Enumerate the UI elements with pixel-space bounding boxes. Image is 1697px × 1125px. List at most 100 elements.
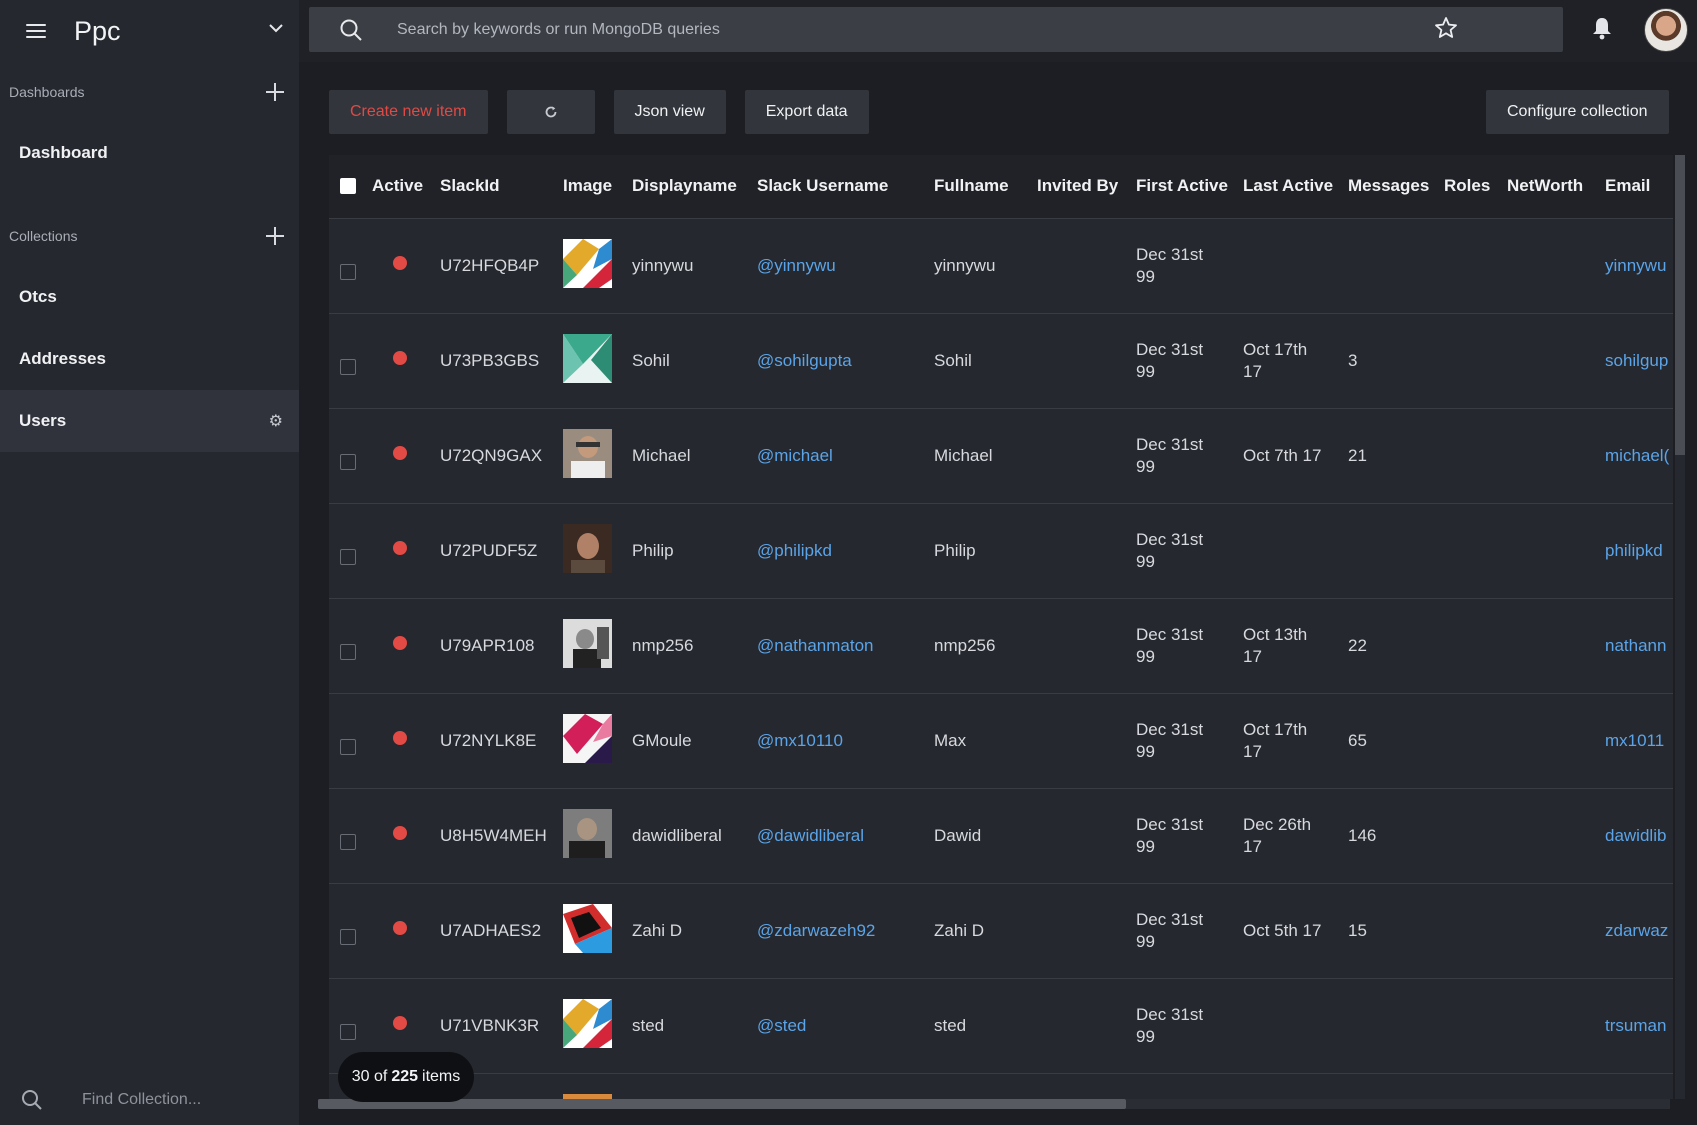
column-header[interactable]: Roles (1444, 155, 1507, 218)
first-active-line2: 99 (1136, 1026, 1155, 1046)
avatar[interactable] (1644, 8, 1688, 52)
email-link[interactable]: michael( (1605, 408, 1673, 503)
slack-username-link[interactable]: @sohilgupta (757, 313, 934, 408)
column-header[interactable]: Displayname (632, 155, 757, 218)
menu-icon[interactable] (26, 24, 46, 38)
email-link[interactable]: nathann (1605, 598, 1673, 693)
bell-icon[interactable] (1591, 16, 1613, 40)
toolbar: Create new item Json view Export data (329, 90, 869, 134)
row-checkbox[interactable] (340, 833, 356, 850)
column-header[interactable]: Messages (1348, 155, 1444, 218)
column-header[interactable]: Last Active (1243, 155, 1348, 218)
column-header[interactable]: SlackId (440, 155, 563, 218)
first-active-cell: Dec 31st 99 (1136, 883, 1243, 978)
table-row[interactable]: U71VBNK3R sted @sted sted Dec 31st 99 trsuman (329, 978, 1673, 1073)
main-content: Create new item Json view Export data Co… (299, 62, 1697, 1125)
json-view-button[interactable]: Json view (613, 90, 726, 134)
email-link[interactable]: mx1011 (1605, 693, 1673, 788)
table-row[interactable]: U72HFQB4P yinnywu @yinnywu yinnywu Dec 31st 9… (329, 218, 1673, 313)
slack-username-link[interactable]: @sted (757, 978, 934, 1073)
displayname-cell: Philip (632, 540, 674, 560)
slackid-cell: U8H5W4MEH (440, 825, 547, 845)
column-header[interactable]: First Active (1136, 155, 1243, 218)
slack-username-link[interactable]: @zdarwazeh92 (757, 883, 934, 978)
invited-by-cell (1037, 978, 1136, 1073)
roles-cell (1444, 978, 1507, 1073)
find-collection (0, 1075, 299, 1125)
add-dashboard-icon[interactable] (265, 82, 285, 102)
row-checkbox[interactable] (340, 738, 356, 755)
email-link[interactable]: yinnywu (1605, 218, 1673, 313)
slack-username-link[interactable]: @mx10110 (757, 693, 934, 788)
slack-username-link[interactable]: @philipkd (757, 503, 934, 598)
column-header[interactable]: Fullname (934, 155, 1037, 218)
column-header[interactable]: Active (372, 155, 440, 218)
networth-cell (1507, 503, 1605, 598)
email-link[interactable]: zdarwaz (1605, 883, 1673, 978)
gear-icon[interactable]: ⚙ (269, 411, 283, 431)
slackid-cell: U72PUDF5Z (440, 540, 538, 560)
row-checkbox[interactable] (340, 928, 356, 945)
configure-collection-button[interactable]: Configure collection (1486, 90, 1669, 134)
active-status-dot (393, 1015, 407, 1030)
row-checkbox[interactable] (340, 548, 356, 565)
table-row[interactable]: U72QN9GAX Michael @michael Michael Dec 31st 9… (329, 408, 1673, 503)
horizontal-scrollbar[interactable] (318, 1099, 1670, 1109)
create-new-item-button[interactable]: Create new item (329, 90, 488, 134)
roles-cell (1444, 313, 1507, 408)
table-row[interactable]: U72PUDF5Z Philip @philipkd Philip Dec 31st 99… (329, 503, 1673, 598)
column-header[interactable]: Invited By (1037, 155, 1136, 218)
export-data-button[interactable]: Export data (744, 90, 869, 134)
active-status-dot (393, 445, 407, 460)
sidebar-item-dashboard[interactable]: Dashboard (0, 122, 299, 184)
refresh-button[interactable] (506, 90, 595, 134)
table-row[interactable] (329, 1073, 1673, 1099)
first-active-line1: Dec 31st (1136, 814, 1204, 834)
email-link[interactable]: trsuman (1605, 978, 1673, 1073)
fullname-cell: Philip (934, 540, 976, 560)
first-active-line2: 99 (1136, 361, 1155, 381)
row-checkbox[interactable] (340, 453, 356, 470)
table-row[interactable]: U73PB3GBS Sohil @sohilgupta Sohil Dec 31st 99… (329, 313, 1673, 408)
star-icon[interactable] (1434, 16, 1458, 40)
sidebar-item-label: Dashboard (19, 143, 108, 162)
table-row[interactable]: U7ADHAES2 Zahi D @zdarwazeh92 Zahi D Dec 31s… (329, 883, 1673, 978)
search-input[interactable] (397, 17, 1477, 43)
email-link[interactable]: philipkd (1605, 503, 1673, 598)
add-collection-icon[interactable] (265, 226, 285, 246)
email-link[interactable]: sohilgup (1605, 313, 1673, 408)
slack-username-link[interactable]: @dawidliberal (757, 788, 934, 883)
networth-cell (1507, 978, 1605, 1073)
table-row[interactable]: U8H5W4MEH dawidliberal @dawidliberal Dawid D… (329, 788, 1673, 883)
table-row[interactable]: U72NYLK8E GMoule @mx10110 Max Dec 31st 99 Oct … (329, 693, 1673, 788)
row-checkbox[interactable] (340, 1023, 356, 1040)
column-header[interactable]: Slack Username (757, 155, 934, 218)
row-checkbox[interactable] (340, 643, 356, 660)
collections-section: Collections (0, 206, 299, 266)
chevron-down-icon[interactable] (268, 20, 284, 36)
email-link[interactable]: dawidlib (1605, 788, 1673, 883)
sidebar-item-otcs[interactable]: Otcs (0, 266, 299, 328)
row-checkbox[interactable] (340, 263, 356, 280)
items-label: items (422, 1068, 461, 1085)
active-status-dot (393, 920, 407, 935)
slack-username-link[interactable]: @yinnywu (757, 218, 934, 313)
sidebar-item-users[interactable]: Users ⚙ (0, 390, 299, 452)
table-row[interactable]: U79APR108 nmp256 @nathanmaton nmp256 Dec 31s… (329, 598, 1673, 693)
first-active-cell: Dec 31st 99 (1136, 313, 1243, 408)
sidebar-item-addresses[interactable]: Addresses (0, 328, 299, 390)
find-collection-input[interactable] (82, 1087, 282, 1113)
last-active-line1: Dec 26th (1243, 814, 1312, 834)
column-header[interactable]: NetWorth (1507, 155, 1605, 218)
vertical-scrollbar[interactable] (1675, 155, 1685, 1099)
slack-username-link[interactable]: @michael (757, 408, 934, 503)
first-active-line1: Dec 31st (1136, 719, 1204, 739)
active-status-dot (393, 635, 407, 650)
roles-cell (1444, 883, 1507, 978)
row-checkbox[interactable] (340, 358, 356, 375)
slack-username-link[interactable]: @nathanmaton (757, 598, 934, 693)
displayname-cell: Zahi D (632, 920, 683, 940)
select-all-checkbox[interactable] (340, 178, 356, 195)
column-header[interactable]: Image (563, 155, 632, 218)
column-header[interactable]: Email (1605, 155, 1673, 218)
